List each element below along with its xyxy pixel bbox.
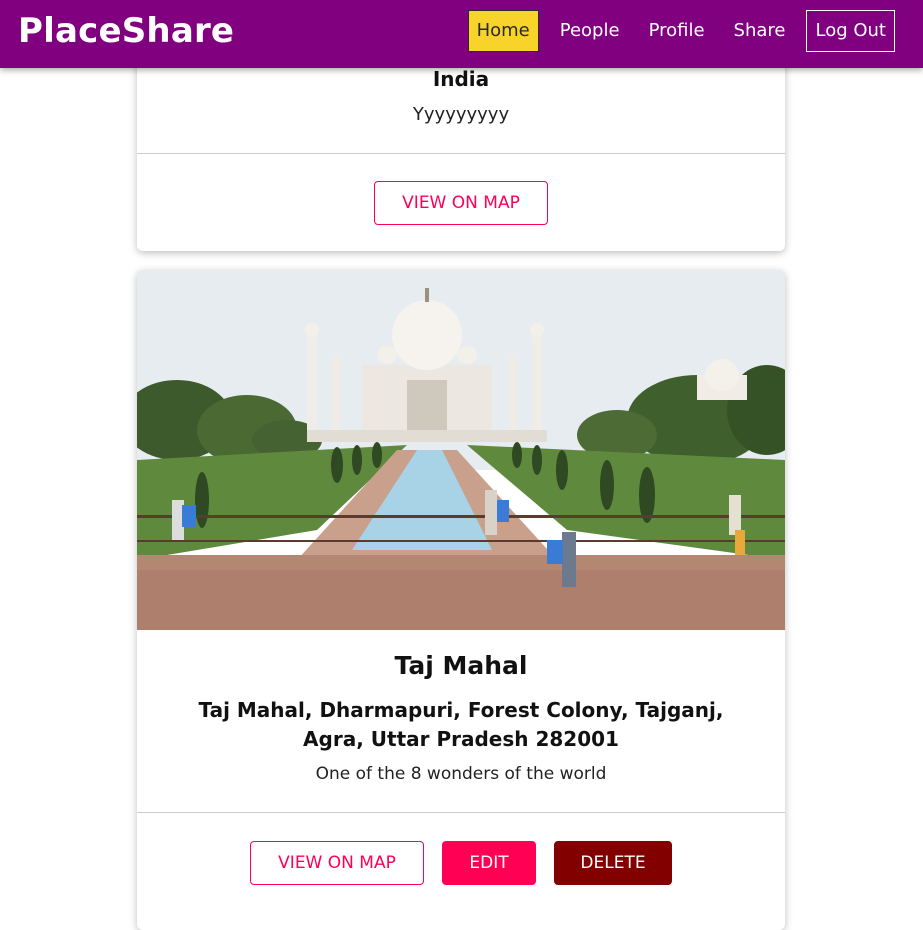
- railing: [137, 515, 785, 518]
- place-card: India Yyyyyyyyy VIEW ON MAP: [137, 40, 785, 251]
- main-header: PlaceShare Home People Profile Share Log…: [0, 0, 923, 68]
- delete-button[interactable]: DELETE: [554, 841, 672, 885]
- card-divider: [137, 812, 785, 813]
- place-address: India: [432, 67, 490, 91]
- main-navigation: Home People Profile Share Log Out: [455, 10, 895, 52]
- place-title: Taj Mahal: [394, 651, 528, 680]
- app-logo[interactable]: PlaceShare: [18, 11, 234, 51]
- nav-people-link[interactable]: People: [552, 10, 628, 52]
- place-address: Taj Mahal, Dharmapuri, Forest Colony, Ta…: [198, 698, 724, 751]
- nav-share-link[interactable]: Share: [726, 10, 794, 52]
- nav-home-link[interactable]: Home: [467, 10, 539, 52]
- nav-profile-link[interactable]: Profile: [641, 10, 713, 52]
- place-photo: [137, 270, 785, 630]
- card-divider: [137, 153, 785, 154]
- edit-button[interactable]: EDIT: [442, 841, 536, 885]
- view-on-map-button[interactable]: VIEW ON MAP: [374, 181, 548, 225]
- place-card: Taj Mahal Taj Mahal, Dharmapuri, Forest …: [137, 270, 785, 930]
- logout-button[interactable]: Log Out: [806, 10, 895, 52]
- view-on-map-button[interactable]: VIEW ON MAP: [250, 841, 424, 885]
- place-description: One of the 8 wonders of the world: [315, 764, 607, 784]
- place-description: Yyyyyyyyy: [412, 104, 510, 125]
